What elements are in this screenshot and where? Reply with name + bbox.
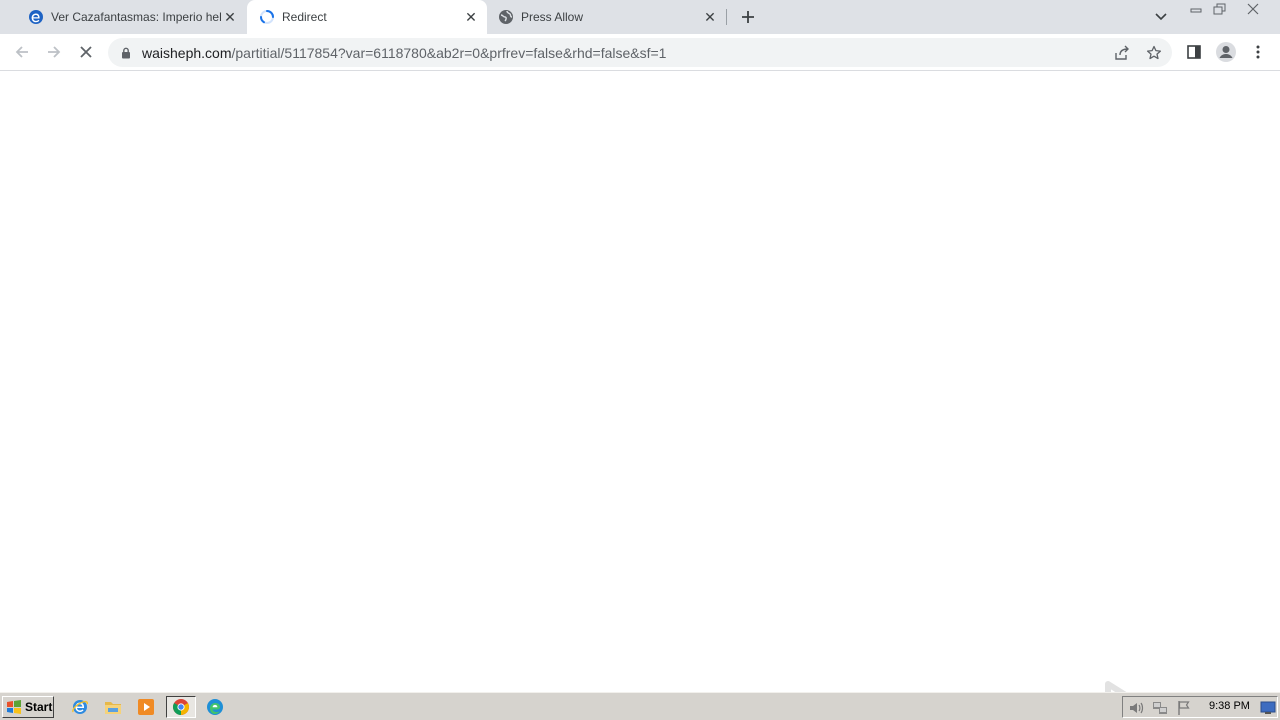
network-icon[interactable] — [1152, 700, 1168, 716]
restore-icon — [1213, 3, 1226, 15]
address-bar[interactable]: waisheph.com/partitial/5117854?var=61187… — [108, 38, 1172, 67]
menu-button[interactable] — [1244, 38, 1272, 66]
media-player-icon[interactable] — [134, 696, 158, 718]
stop-loading-button[interactable] — [72, 38, 100, 66]
taskbar: Start 9:38 PM — [0, 692, 1280, 720]
globe-icon — [498, 9, 514, 25]
side-panel-button[interactable] — [1180, 38, 1208, 66]
url-domain: waisheph.com — [142, 44, 232, 61]
url-text[interactable]: waisheph.com/partitial/5117854?var=61187… — [142, 45, 666, 61]
arrow-right-icon — [48, 46, 61, 58]
plus-icon — [742, 11, 754, 23]
action-center-flag-icon[interactable] — [1176, 700, 1192, 716]
tab-strip: Ver Cazafantasmas: Imperio helado ✕ Redi… — [0, 0, 1280, 34]
internet-explorer-icon[interactable] — [68, 696, 92, 718]
back-button[interactable] — [8, 38, 36, 66]
stop-x-icon — [80, 46, 92, 58]
browser-toolbar: waisheph.com/partitial/5117854?var=61187… — [0, 34, 1280, 71]
bookmark-star-icon[interactable] — [1142, 41, 1166, 65]
tab-cazafantasmas[interactable]: Ver Cazafantasmas: Imperio helado ✕ — [8, 0, 246, 34]
close-icon[interactable]: ✕ — [222, 9, 238, 25]
file-explorer-icon[interactable] — [101, 696, 125, 718]
kebab-menu-icon — [1256, 45, 1260, 59]
start-label: Start — [25, 700, 53, 714]
side-panel-icon — [1187, 45, 1201, 59]
tab-title: Redirect — [282, 10, 327, 24]
arrow-left-icon — [15, 46, 28, 58]
windows-flag-icon — [7, 700, 21, 714]
tab-redirect[interactable]: Redirect ✕ — [247, 0, 487, 34]
start-button[interactable]: Start — [2, 696, 54, 718]
screen: Ver Cazafantasmas: Imperio helado ✕ Redi… — [0, 0, 1280, 720]
window-close-button[interactable] — [1240, 0, 1266, 18]
close-icon — [1247, 3, 1259, 15]
tab-divider — [726, 9, 727, 25]
lock-icon[interactable] — [120, 46, 132, 60]
tab-press-allow[interactable]: Press Allow ✕ — [488, 0, 726, 34]
volume-icon[interactable] — [1128, 700, 1144, 716]
forward-button[interactable] — [40, 38, 68, 66]
clock[interactable]: 9:38 PM — [1209, 700, 1250, 712]
close-icon[interactable]: ✕ — [463, 9, 479, 25]
system-tray: 9:38 PM — [1122, 696, 1278, 718]
chrome-icon[interactable] — [166, 696, 196, 718]
avatar-icon — [1216, 42, 1236, 62]
share-icon[interactable] — [1110, 41, 1134, 65]
ie-e-icon — [28, 9, 44, 25]
tab-search-button[interactable] — [1150, 6, 1172, 28]
close-icon[interactable]: ✕ — [702, 9, 718, 25]
edge-icon[interactable] — [203, 696, 227, 718]
minimize-icon — [1190, 8, 1202, 13]
show-desktop-icon[interactable] — [1258, 697, 1278, 719]
minimize-button[interactable] — [1186, 0, 1206, 18]
page-content: ANY RUN — [0, 72, 1280, 720]
chevron-down-icon — [1155, 13, 1167, 21]
loading-spinner-icon — [259, 9, 275, 25]
profile-button[interactable] — [1212, 38, 1240, 66]
new-tab-button[interactable] — [736, 5, 760, 29]
restore-button[interactable] — [1210, 0, 1230, 18]
tab-title: Ver Cazafantasmas: Imperio helado — [51, 10, 222, 24]
url-path: /partitial/5117854?var=6118780&ab2r=0&pr… — [231, 44, 667, 61]
tab-title: Press Allow — [521, 10, 584, 24]
